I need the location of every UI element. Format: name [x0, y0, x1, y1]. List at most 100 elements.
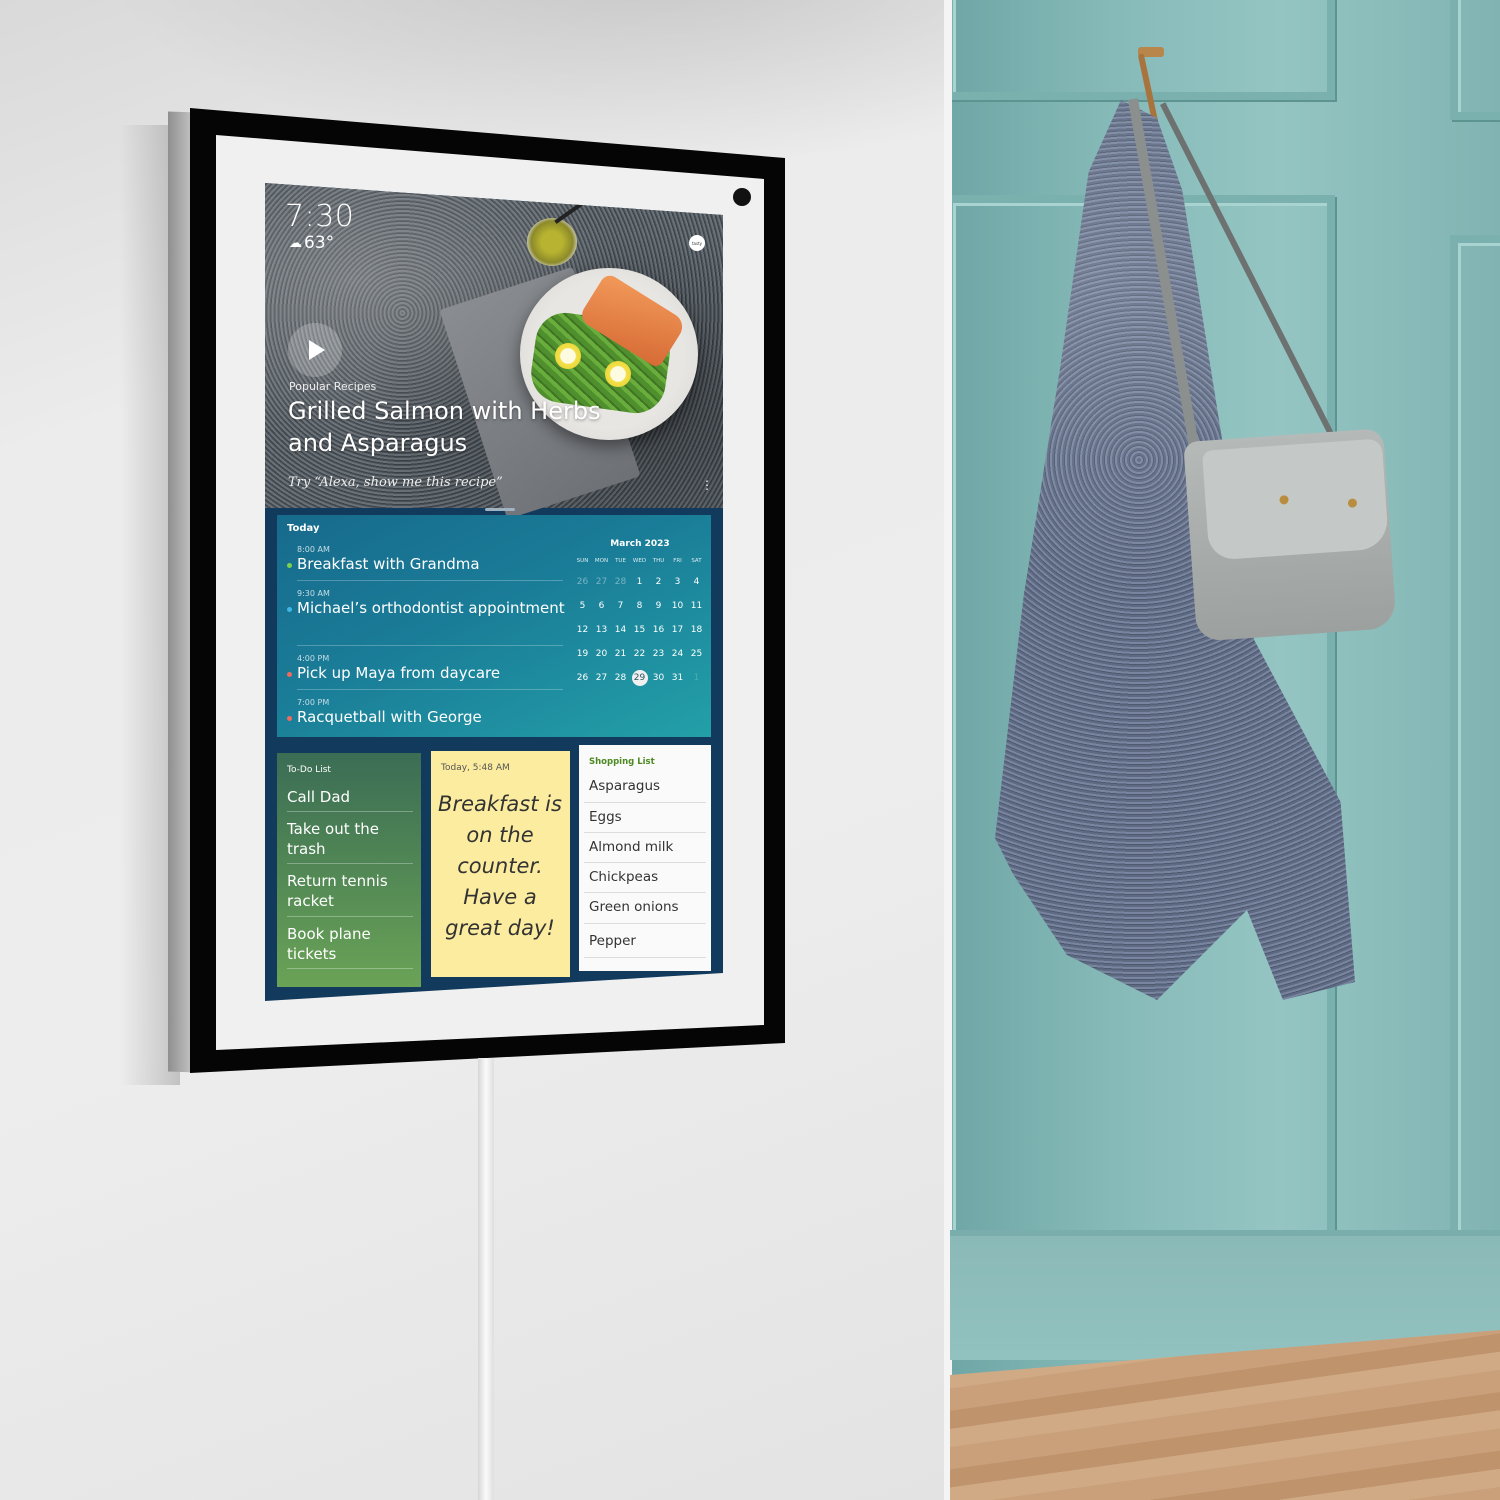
more-options-icon[interactable]: ⋮ — [701, 479, 713, 491]
calendar-day[interactable]: 26 — [573, 670, 592, 686]
voice-hint: Try “Alexa, show me this recipe” — [288, 475, 503, 490]
clock-time: 7:30 — [285, 199, 355, 234]
calendar-day[interactable]: 8 — [630, 598, 649, 614]
todo-widget[interactable]: To-Do List Call Dad Take out the trash R… — [277, 753, 421, 987]
calendar-day[interactable]: 17 — [668, 622, 687, 638]
calendar-day[interactable]: 1 — [687, 670, 706, 686]
recipe-title[interactable]: Grilled Salmon with Herbs and Asparagus — [288, 395, 648, 459]
event-time: 7:00 PM — [297, 698, 330, 707]
shopping-item[interactable]: Almond milk — [589, 838, 707, 856]
calendar-weekday: SAT — [691, 558, 702, 564]
event-color-dot — [287, 672, 292, 677]
calendar-day[interactable]: 3 — [668, 574, 687, 590]
event-title: Michael’s orthodontist appointment — [297, 599, 565, 617]
calendar-day[interactable]: 13 — [592, 622, 611, 638]
calendar-day[interactable]: 30 — [649, 670, 668, 686]
calendar-day[interactable]: 11 — [687, 598, 706, 614]
calendar-day[interactable]: 24 — [668, 646, 687, 662]
power-cable — [478, 1058, 494, 1500]
mini-calendar[interactable]: March 2023 SUN MON TUE WED THU FRI SAT 26 27 28 1 2… — [573, 539, 707, 686]
calendar-weekday: WED — [632, 558, 647, 564]
brand-logo-icon: tasty — [689, 235, 705, 251]
calendar-day[interactable]: 10 — [668, 598, 687, 614]
calendar-day[interactable]: 20 — [592, 646, 611, 662]
calendar-day[interactable]: 1 — [630, 574, 649, 590]
calendar-month: March 2023 — [610, 539, 670, 549]
note-timestamp: Today, 5:48 AM — [441, 763, 510, 773]
divider — [287, 968, 413, 969]
calendar-day[interactable]: 18 — [687, 622, 706, 638]
divider — [584, 832, 706, 833]
calendar-day[interactable]: 6 — [592, 598, 611, 614]
calendar-day[interactable]: 7 — [611, 598, 630, 614]
note-text: Breakfast is on the counter. Have a grea… — [438, 792, 562, 940]
calendar-day[interactable]: 27 — [592, 574, 611, 590]
calendar-day[interactable]: 16 — [649, 622, 668, 638]
event-time: 8:00 AM — [297, 545, 330, 554]
lemon-image — [605, 361, 631, 387]
event-time: 9:30 AM — [297, 589, 330, 598]
calendar-weekday: SUN — [576, 558, 589, 564]
event-title: Pick up Maya from daycare — [297, 664, 501, 682]
calendar-day[interactable]: 25 — [687, 646, 706, 662]
calendar-day[interactable]: 22 — [630, 646, 649, 662]
calendar-day[interactable]: 28 — [611, 670, 630, 686]
calendar-day[interactable]: 26 — [573, 574, 592, 590]
event-color-dot — [287, 563, 292, 568]
todo-item[interactable]: Take out the trash — [287, 819, 413, 859]
calendar-day[interactable]: 21 — [611, 646, 630, 662]
event-time: 4:00 PM — [297, 654, 330, 663]
calendar-weekday: THU — [652, 558, 665, 564]
shopping-item[interactable]: Asparagus — [589, 777, 707, 795]
divider — [584, 923, 706, 924]
play-button[interactable] — [288, 323, 342, 377]
calendar-day[interactable]: 27 — [592, 670, 611, 686]
calendar-day[interactable]: 4 — [687, 574, 706, 590]
todo-item[interactable]: Book plane tickets — [287, 924, 413, 964]
weather[interactable]: ☁ 63° — [289, 233, 334, 253]
calendar-day[interactable]: 14 — [611, 622, 630, 638]
calendar-day[interactable]: 29 — [631, 670, 648, 686]
camera-icon — [733, 188, 751, 206]
shopping-item[interactable]: Eggs — [589, 808, 707, 826]
calendar-day[interactable]: 9 — [649, 598, 668, 614]
divider — [584, 957, 706, 958]
calendar-day[interactable]: 15 — [630, 622, 649, 638]
recipe-hero[interactable]: 7:30 ☁ 63° tasty Popular Recipes Grilled… — [265, 183, 723, 520]
door-panel — [1450, 235, 1500, 1255]
event-title: Racquetball with George — [297, 708, 482, 726]
today-widget[interactable]: Today 8:00 AM Breakfast with Grandma 9:3… — [277, 515, 711, 737]
calendar-day[interactable]: 23 — [649, 646, 668, 662]
shopping-item[interactable]: Pepper — [589, 932, 707, 950]
shopping-list-widget[interactable]: Shopping List Asparagus Eggs Almond milk… — [579, 745, 711, 971]
device-screen[interactable]: 7:30 ☁ 63° tasty Popular Recipes Grilled… — [265, 183, 723, 1001]
bag-flap — [1201, 438, 1390, 561]
recipe-category: Popular Recipes — [289, 380, 377, 393]
divider — [287, 811, 413, 812]
today-label: Today — [287, 523, 320, 534]
play-icon — [309, 340, 325, 360]
todo-item[interactable]: Call Dad — [287, 787, 413, 807]
cloud-icon: ☁ — [289, 235, 302, 251]
shopping-item[interactable]: Green onions — [589, 898, 707, 916]
calendar-day[interactable]: 12 — [573, 622, 592, 638]
todo-label: To-Do List — [287, 765, 331, 775]
lemon-image — [555, 343, 581, 369]
door-panel — [1450, 0, 1500, 120]
shopping-item[interactable]: Chickpeas — [589, 868, 707, 886]
calendar-day[interactable]: 28 — [611, 574, 630, 590]
divider — [297, 645, 563, 646]
todo-item[interactable]: Return tennis racket — [287, 871, 413, 911]
drawer-handle[interactable] — [485, 508, 515, 511]
sticky-note-widget[interactable]: Today, 5:48 AM Breakfast is on the count… — [431, 751, 570, 977]
calendar-grid: SUN MON TUE WED THU FRI SAT 26 27 28 1 2 3 4 5 6 7 8 9 10 11… — [573, 558, 707, 686]
calendar-day[interactable]: 2 — [649, 574, 668, 590]
divider — [287, 863, 413, 864]
divider — [297, 689, 563, 690]
shoulder-bag — [1183, 428, 1397, 642]
divider — [584, 862, 706, 863]
calendar-day[interactable]: 5 — [573, 598, 592, 614]
calendar-day[interactable]: 19 — [573, 646, 592, 662]
calendar-day[interactable]: 31 — [668, 670, 687, 686]
calendar-weekday: TUE — [615, 558, 626, 564]
